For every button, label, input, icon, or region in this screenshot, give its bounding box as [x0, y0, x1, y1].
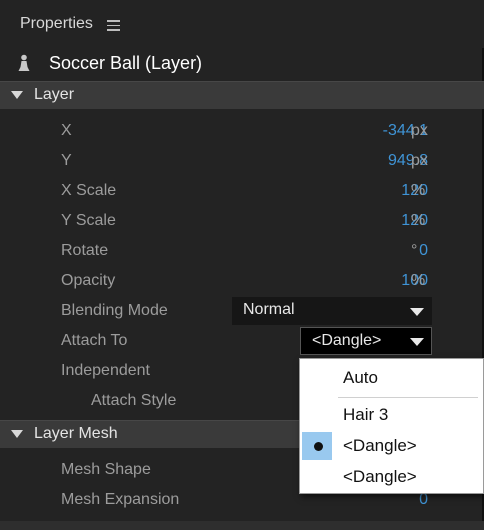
- attach-to-select[interactable]: <Dangle>: [300, 327, 432, 355]
- hamburger-menu-icon[interactable]: [107, 20, 120, 31]
- attach-to-value: <Dangle>: [312, 332, 382, 349]
- prop-unit-y: px: [411, 152, 428, 169]
- chevron-down-icon[interactable]: [410, 338, 424, 346]
- triangle-down-icon[interactable]: [11, 430, 23, 438]
- dropdown-item-label: Auto: [343, 368, 378, 387]
- prop-row-rotate: Rotate 0 °: [0, 236, 484, 266]
- prop-value-rotate[interactable]: 0: [419, 242, 428, 260]
- prop-unit-x: px: [411, 122, 428, 139]
- triangle-down-icon[interactable]: [11, 91, 23, 99]
- prop-unit-x-scale: %: [411, 182, 426, 199]
- blending-mode-select[interactable]: Normal: [232, 297, 432, 325]
- dropdown-separator: [338, 397, 478, 398]
- dropdown-item-dangle-selected[interactable]: <Dangle>: [300, 431, 483, 461]
- prop-row-opacity: Opacity 100 %: [0, 266, 484, 296]
- chevron-down-icon[interactable]: [410, 308, 424, 316]
- prop-unit-opacity: %: [411, 272, 426, 289]
- panel-title: Properties: [20, 15, 93, 32]
- panel-bottom-bar: [0, 521, 484, 530]
- object-name: Soccer Ball (Layer): [49, 53, 203, 73]
- prop-label-x: X: [61, 122, 72, 139]
- prop-label-rotate: Rotate: [61, 242, 109, 259]
- dropdown-item-label: <Dangle>: [343, 467, 417, 486]
- dropdown-item-dangle[interactable]: <Dangle>: [300, 462, 483, 492]
- prop-unit-rotate: °: [411, 242, 418, 259]
- selection-highlight: [302, 432, 332, 460]
- prop-row-x: X -344.1 px: [0, 116, 484, 146]
- prop-label-independent: Independent: [61, 362, 150, 379]
- dropdown-item-label: <Dangle>: [343, 436, 417, 455]
- prop-label-attach-to: Attach To: [61, 332, 128, 349]
- prop-label-y: Y: [61, 152, 72, 169]
- dropdown-item-label: Hair 3: [343, 405, 389, 424]
- prop-unit-y-scale: %: [411, 212, 426, 229]
- prop-label-y-scale: Y Scale: [61, 212, 116, 229]
- section-layer-mesh-label: Layer Mesh: [34, 425, 118, 442]
- blending-mode-value: Normal: [243, 301, 295, 318]
- dropdown-item-auto[interactable]: Auto: [300, 363, 483, 393]
- puppet-layer-icon: [18, 54, 30, 71]
- section-layer-header[interactable]: Layer: [0, 81, 484, 109]
- prop-label-opacity: Opacity: [61, 272, 116, 289]
- object-header: Soccer Ball (Layer): [0, 48, 484, 80]
- prop-label-blending-mode: Blending Mode: [61, 302, 168, 319]
- prop-row-y: Y 949.8 px: [0, 146, 484, 176]
- prop-row-y-scale: Y Scale 120 %: [0, 206, 484, 236]
- dropdown-item-hair-3[interactable]: Hair 3: [300, 400, 483, 430]
- prop-label-x-scale: X Scale: [61, 182, 117, 199]
- panel-titlebar: Properties: [0, 0, 484, 48]
- prop-label-mesh-shape: Mesh Shape: [61, 461, 151, 478]
- prop-row-x-scale: X Scale 120 %: [0, 176, 484, 206]
- prop-label-attach-style: Attach Style: [91, 392, 177, 409]
- attach-to-dropdown-menu: Auto Hair 3 <Dangle> <Dangle>: [299, 358, 484, 494]
- section-layer-label: Layer: [34, 86, 75, 103]
- bullet-icon: [314, 442, 323, 451]
- prop-label-mesh-expansion: Mesh Expansion: [61, 491, 180, 508]
